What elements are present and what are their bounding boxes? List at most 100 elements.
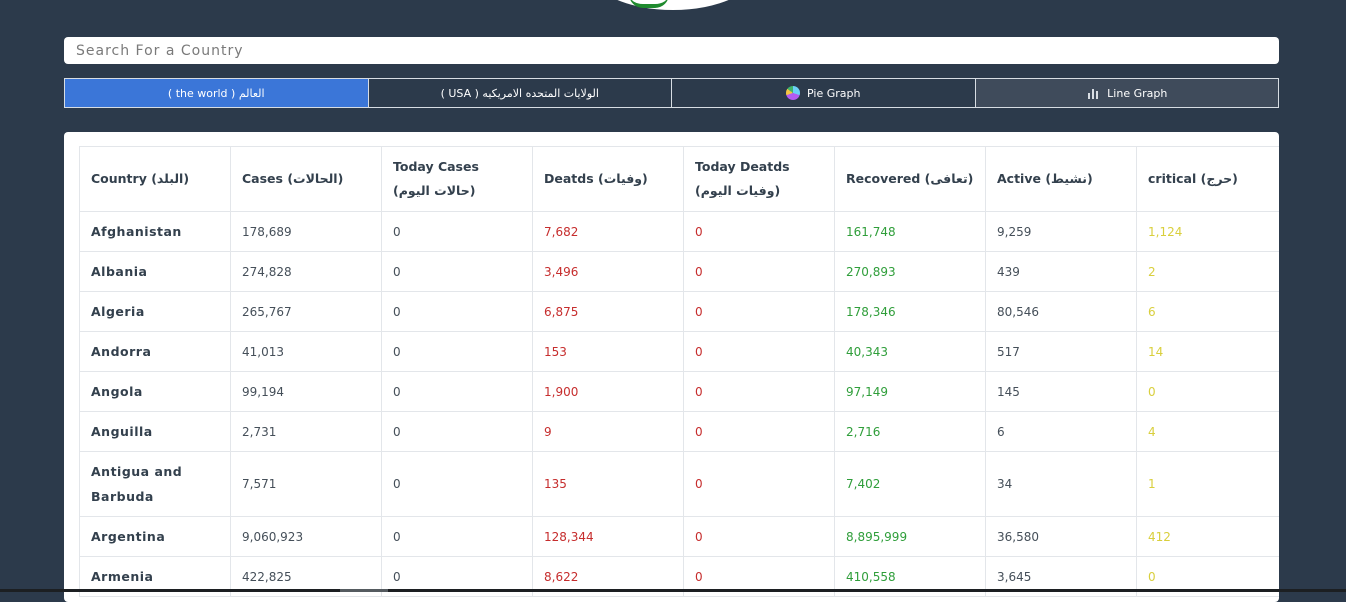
cases-cell: 7,571 bbox=[230, 451, 382, 517]
critical-cell: 4 bbox=[1136, 411, 1279, 452]
today-cases-cell: 0 bbox=[381, 211, 533, 252]
country-cell: Algeria bbox=[79, 291, 231, 332]
header-label-arabic: (حالات اليوم) bbox=[393, 183, 476, 198]
header-label: critical (حرج) bbox=[1148, 171, 1238, 186]
active-cell: 6 bbox=[985, 411, 1137, 452]
today-cases-cell: 0 bbox=[381, 371, 533, 412]
line-chart-icon bbox=[1086, 86, 1100, 100]
cases-cell: 99,194 bbox=[230, 371, 382, 412]
header-critical[interactable]: critical (حرج) bbox=[1136, 146, 1279, 212]
today-deaths-cell: 0 bbox=[683, 371, 835, 412]
tab-line-graph-label: Line Graph bbox=[1107, 86, 1168, 100]
tab-pie-graph-label: Pie Graph bbox=[807, 86, 861, 100]
tab-line-graph[interactable]: Line Graph bbox=[974, 78, 1279, 108]
table-row[interactable]: Anguilla 2,731 0 9 0 2,716 6 4 bbox=[79, 411, 1279, 452]
recovered-cell: 2,716 bbox=[834, 411, 986, 452]
deaths-cell: 6,875 bbox=[532, 291, 684, 332]
recovered-cell: 97,149 bbox=[834, 371, 986, 412]
header-label: Cases (الحالات) bbox=[242, 171, 344, 186]
header-active[interactable]: Active (نشيط) bbox=[985, 146, 1137, 212]
today-deaths-cell: 0 bbox=[683, 516, 835, 557]
table-row[interactable]: Afghanistan 178,689 0 7,682 0 161,748 9,259 1,1… bbox=[79, 211, 1279, 252]
view-tabs: العالم ( the world ) الولايات المتحده ال… bbox=[64, 78, 1279, 108]
countries-card: Country (البلد) Cases (الحالات) Today Case… bbox=[64, 132, 1279, 602]
cases-cell: 178,689 bbox=[230, 211, 382, 252]
recovered-cell: 40,343 bbox=[834, 331, 986, 372]
active-cell: 34 bbox=[985, 451, 1137, 517]
active-cell: 145 bbox=[985, 371, 1137, 412]
header-label-arabic: (وفيات اليوم) bbox=[695, 183, 781, 198]
critical-cell: 1,124 bbox=[1136, 211, 1279, 252]
deaths-cell: 9 bbox=[532, 411, 684, 452]
cases-cell: 274,828 bbox=[230, 251, 382, 292]
table-header-row: Country (البلد) Cases (الحالات) Today Case… bbox=[79, 146, 1279, 212]
deaths-cell: 135 bbox=[532, 451, 684, 517]
today-cases-cell: 0 bbox=[381, 411, 533, 452]
table-row[interactable]: Argentina 9,060,923 0 128,344 0 8,895,999 36,5… bbox=[79, 516, 1279, 557]
tab-usa-label: الولايات المتحده الامريكيه ( USA ) bbox=[440, 86, 599, 100]
deaths-cell: 7,682 bbox=[532, 211, 684, 252]
cases-cell: 265,767 bbox=[230, 291, 382, 332]
table-row[interactable]: Albania 274,828 0 3,496 0 270,893 439 2 bbox=[79, 251, 1279, 292]
table-row[interactable]: Andorra 41,013 0 153 0 40,343 517 14 bbox=[79, 331, 1279, 372]
cases-cell: 2,731 bbox=[230, 411, 382, 452]
logo-chart-arc bbox=[589, 0, 757, 10]
today-deaths-cell: 0 bbox=[683, 211, 835, 252]
deaths-cell: 3,496 bbox=[532, 251, 684, 292]
active-cell: 9,259 bbox=[985, 211, 1137, 252]
table-row[interactable]: Antigua and Barbuda 7,571 0 135 0 7,402 34 1 bbox=[79, 451, 1279, 517]
header-label: Active (نشيط) bbox=[997, 171, 1093, 186]
active-cell: 36,580 bbox=[985, 516, 1137, 557]
recovered-cell: 7,402 bbox=[834, 451, 986, 517]
active-cell: 80,546 bbox=[985, 291, 1137, 332]
active-cell: 517 bbox=[985, 331, 1137, 372]
tab-world[interactable]: العالم ( the world ) bbox=[64, 78, 369, 108]
header-today-cases[interactable]: Today Cases (حالات اليوم) bbox=[381, 146, 533, 212]
header-deaths[interactable]: Deatds (وفيات) bbox=[532, 146, 684, 212]
today-cases-cell: 0 bbox=[381, 291, 533, 332]
deaths-cell: 128,344 bbox=[532, 516, 684, 557]
today-deaths-cell: 0 bbox=[683, 411, 835, 452]
tab-usa[interactable]: الولايات المتحده الامريكيه ( USA ) bbox=[367, 78, 672, 108]
today-cases-cell: 0 bbox=[381, 451, 533, 517]
deaths-cell: 153 bbox=[532, 331, 684, 372]
countries-table: Country (البلد) Cases (الحالات) Today Case… bbox=[79, 146, 1279, 597]
header-label: Country (البلد) bbox=[91, 171, 190, 186]
recovered-cell: 178,346 bbox=[834, 291, 986, 332]
table-row[interactable]: Algeria 265,767 0 6,875 0 178,346 80,546 6 bbox=[79, 291, 1279, 332]
header-label: Today Cases bbox=[393, 159, 479, 174]
country-cell: Antigua and Barbuda bbox=[79, 451, 231, 517]
header-today-deaths[interactable]: Today Deatds (وفيات اليوم) bbox=[683, 146, 835, 212]
today-deaths-cell: 0 bbox=[683, 451, 835, 517]
header-label: Recovered (تعافى) bbox=[846, 171, 974, 186]
recovered-cell: 161,748 bbox=[834, 211, 986, 252]
critical-cell: 6 bbox=[1136, 291, 1279, 332]
country-cell: Afghanistan bbox=[79, 211, 231, 252]
table-row[interactable]: Angola 99,194 0 1,900 0 97,149 145 0 bbox=[79, 371, 1279, 412]
today-cases-cell: 0 bbox=[381, 331, 533, 372]
country-cell: Argentina bbox=[79, 516, 231, 557]
header-label: Today Deatds bbox=[695, 159, 790, 174]
country-cell: Andorra bbox=[79, 331, 231, 372]
deaths-cell: 1,900 bbox=[532, 371, 684, 412]
country-cell: Anguilla bbox=[79, 411, 231, 452]
cases-cell: 9,060,923 bbox=[230, 516, 382, 557]
critical-cell: 14 bbox=[1136, 331, 1279, 372]
search-box[interactable] bbox=[64, 37, 1279, 64]
header-country[interactable]: Country (البلد) bbox=[79, 146, 231, 212]
today-cases-cell: 0 bbox=[381, 516, 533, 557]
header-cases[interactable]: Cases (الحالات) bbox=[230, 146, 382, 212]
country-cell: Angola bbox=[79, 371, 231, 412]
pie-chart-icon bbox=[786, 86, 801, 100]
table-body: Afghanistan 178,689 0 7,682 0 161,748 9,259 1,1… bbox=[79, 211, 1279, 597]
today-deaths-cell: 0 bbox=[683, 331, 835, 372]
header-recovered[interactable]: Recovered (تعافى) bbox=[834, 146, 986, 212]
search-input[interactable] bbox=[64, 37, 1279, 64]
today-deaths-cell: 0 bbox=[683, 291, 835, 332]
recovered-cell: 270,893 bbox=[834, 251, 986, 292]
today-deaths-cell: 0 bbox=[683, 251, 835, 292]
cases-cell: 41,013 bbox=[230, 331, 382, 372]
tab-pie-graph[interactable]: Pie Graph bbox=[671, 78, 976, 108]
recovered-cell: 8,895,999 bbox=[834, 516, 986, 557]
critical-cell: 412 bbox=[1136, 516, 1279, 557]
